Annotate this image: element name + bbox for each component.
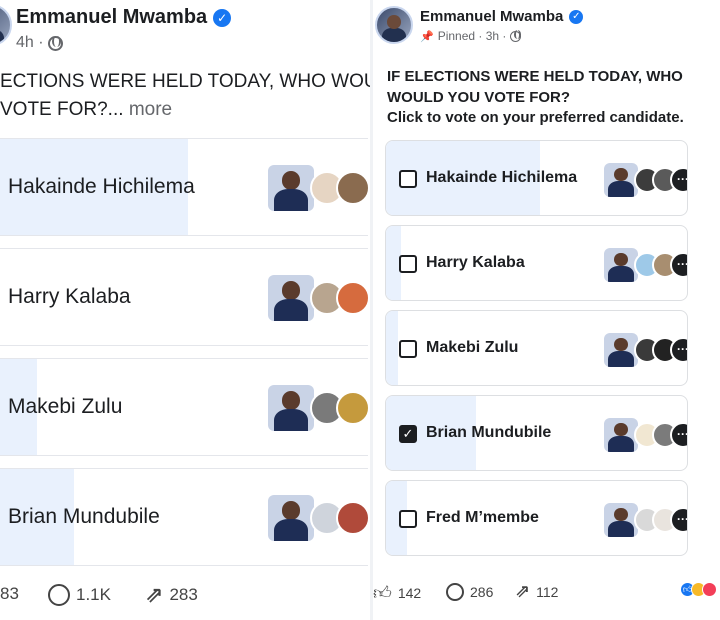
question-line-1: ECTIONS WERE HELD TODAY, WHO WOUL (0, 71, 370, 92)
like-count: 142 (397, 585, 422, 601)
reaction-icons[interactable]: 👍︎ (680, 582, 717, 597)
poll-option-label: Hakainde Hichilema (8, 175, 195, 198)
checkbox-icon[interactable] (399, 255, 417, 273)
left-footer-comments[interactable]: 1.1K (48, 584, 111, 606)
left-footer-likes[interactable]: 83 (0, 584, 19, 604)
poll-option[interactable]: Hakainde Hichilema (0, 138, 368, 236)
author-avatar[interactable] (0, 4, 12, 46)
candidate-photo (268, 165, 314, 211)
poll-option-label: Makebi Zulu (426, 339, 519, 356)
poll-question: IF ELECTIONS WERE HELD TODAY, WHO WOULD … (387, 67, 684, 129)
poll-option[interactable]: ✓ Brian Mundubile ··· (385, 395, 688, 471)
poll-option-voters[interactable] (268, 495, 368, 541)
comment-icon (446, 583, 464, 601)
poll-option-label: Brian Mundubile (8, 505, 160, 528)
share-icon: ⇗ (145, 582, 164, 607)
candidate-photo (268, 495, 314, 541)
comment-count: 286 (470, 584, 494, 600)
poll-option[interactable]: Harry Kalaba (0, 248, 368, 346)
poll-option-label: Makebi Zulu (8, 395, 123, 418)
poll-option-label: Hakainde Hichilema (426, 169, 578, 186)
poll-option[interactable]: Brian Mundubile (0, 468, 368, 566)
comment-icon (48, 584, 70, 606)
author-name-text[interactable]: Emmanuel Mwamba (16, 6, 207, 29)
checkbox-icon[interactable] (399, 170, 417, 188)
poll-option[interactable]: Fred M’membe ··· (385, 480, 688, 556)
candidate-photo (604, 503, 638, 537)
left-footer-shares[interactable]: ⇗ 283 (145, 582, 198, 608)
see-more-link[interactable]: more (129, 99, 172, 120)
like-count: 83 (0, 584, 19, 603)
question-line-3: Click to vote on your preferred candidat… (387, 109, 684, 126)
poll-option-voters[interactable] (268, 165, 368, 211)
poll-option-voters[interactable] (268, 385, 368, 431)
verified-badge-icon: ✓ (569, 9, 584, 24)
pin-icon: 📌 (420, 30, 434, 43)
checked-checkbox-icon[interactable]: ✓ (399, 425, 417, 443)
share-icon: ⇗ (515, 581, 531, 601)
poll-option-label: Harry Kalaba (426, 254, 525, 271)
candidate-photo (604, 248, 638, 282)
author-name[interactable]: Emmanuel Mwamba ✓ (16, 6, 232, 29)
author-name-text[interactable]: Emmanuel Mwamba (420, 8, 563, 25)
poll-option-voters[interactable]: ··· (604, 163, 687, 197)
post-meta: 4h · (16, 34, 63, 52)
author-avatar[interactable] (375, 6, 413, 44)
right-footer-shares[interactable]: ⇗ 112 (515, 581, 558, 602)
right-footer-comments[interactable]: 286 (446, 583, 493, 601)
voter-avatar (336, 281, 368, 315)
poll-option-voters[interactable]: ··· (604, 248, 687, 282)
poll-option[interactable]: Harry Kalaba ··· (385, 225, 688, 301)
like-icon: 👍︎ (373, 583, 392, 603)
poll-option[interactable]: Makebi Zulu (0, 358, 368, 456)
globe-icon (510, 29, 522, 42)
poll-option-result-bar (386, 311, 399, 385)
post-time[interactable]: 4h · (16, 34, 44, 52)
right-footer-likes[interactable]: 👍︎ 142 (373, 582, 421, 604)
candidate-photo (604, 163, 638, 197)
poll-option-voters[interactable]: ··· (604, 503, 687, 537)
post-meta: 📌 Pinned · 3h · (420, 29, 522, 43)
poll-option-label: Brian Mundubile (426, 424, 552, 441)
question-line-2: WOULD YOU VOTE FOR? (387, 88, 571, 106)
globe-icon (47, 35, 63, 51)
poll-option-voters[interactable]: ··· (604, 418, 687, 452)
checkbox-icon[interactable] (399, 510, 417, 528)
comment-count: 1.1K (76, 585, 111, 604)
right-post-panel: Emmanuel Mwamba ✓ 📌 Pinned · 3h · IF ELE… (373, 0, 720, 620)
candidate-photo (268, 385, 314, 431)
post-time[interactable]: Pinned · 3h · (438, 29, 507, 43)
poll-option[interactable]: Makebi Zulu ··· (385, 310, 688, 386)
love-reaction-icon (702, 582, 717, 597)
poll-option-voters[interactable]: ··· (604, 333, 687, 367)
candidate-photo (604, 333, 638, 367)
voter-avatar (336, 391, 368, 425)
voter-avatar (336, 171, 368, 205)
share-count: 283 (169, 585, 198, 604)
verified-badge-icon: ✓ (213, 8, 232, 27)
question-line-2: VOTE FOR?... (0, 99, 124, 120)
candidate-photo (268, 275, 314, 321)
poll-option-voters[interactable] (268, 275, 368, 321)
checkbox-icon[interactable] (399, 340, 417, 358)
poll-option[interactable]: Hakainde Hichilema ··· (385, 140, 688, 216)
poll-option-label: Fred M’membe (426, 509, 539, 526)
share-count: 112 (536, 583, 559, 600)
voter-avatar (336, 501, 368, 535)
author-name[interactable]: Emmanuel Mwamba ✓ (420, 8, 584, 25)
candidate-photo (604, 418, 638, 452)
question-line-1: IF ELECTIONS WERE HELD TODAY, WHO (387, 68, 683, 85)
left-post-panel: Emmanuel Mwamba ✓ 4h · ECTIONS WERE HELD… (0, 0, 370, 620)
poll-question: ECTIONS WERE HELD TODAY, WHO WOUL VOTE F… (0, 68, 370, 124)
poll-option-label: Harry Kalaba (8, 285, 131, 308)
